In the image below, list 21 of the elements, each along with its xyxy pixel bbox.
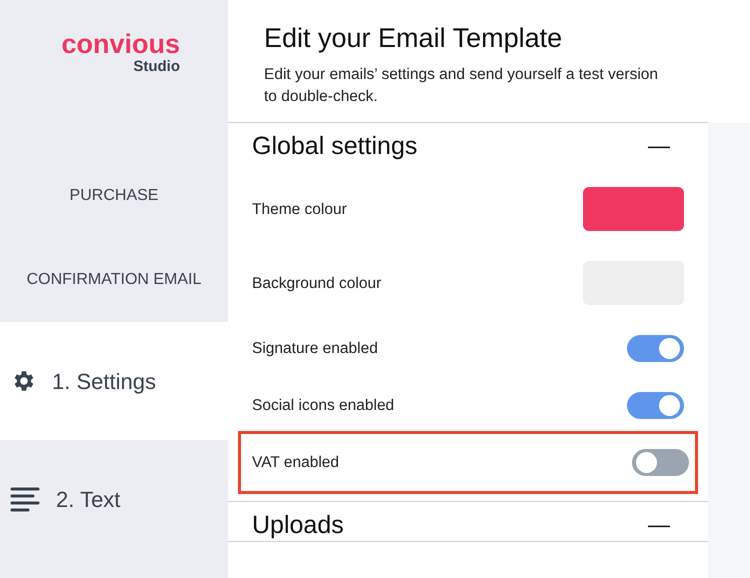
step-tab[interactable]: 1. Settings <box>0 322 228 440</box>
setting-label: Background colour <box>252 274 382 294</box>
collapse-button[interactable]: — <box>634 508 684 542</box>
toggle-switch[interactable] <box>632 449 689 476</box>
section-title: Uploads <box>252 510 344 540</box>
setting-label: Social icons enabled <box>252 396 394 416</box>
collapse-button[interactable]: — <box>634 129 684 162</box>
page-title: Edit your Email Template <box>264 22 564 54</box>
toggle-switch[interactable] <box>627 335 684 362</box>
colour-swatch[interactable] <box>583 187 684 232</box>
page-subtitle: Edit your emails’ settings and send yourself a test version to double-check. <box>264 65 660 108</box>
section-title: Global settings <box>252 130 418 161</box>
menu-lines-icon <box>10 486 40 512</box>
product-name: Studio <box>133 58 180 76</box>
step-tab[interactable]: 2. Text <box>0 440 228 558</box>
template-name: PURCHASE CONFIRMATION EMAIL <box>26 186 202 290</box>
setting-label: Signature enabled <box>252 339 378 360</box>
toggle-switch[interactable] <box>627 392 684 420</box>
setting-label: Theme colour <box>252 200 347 220</box>
setting-label: VAT enabled <box>252 453 340 474</box>
logo-text: convious <box>61 30 180 58</box>
